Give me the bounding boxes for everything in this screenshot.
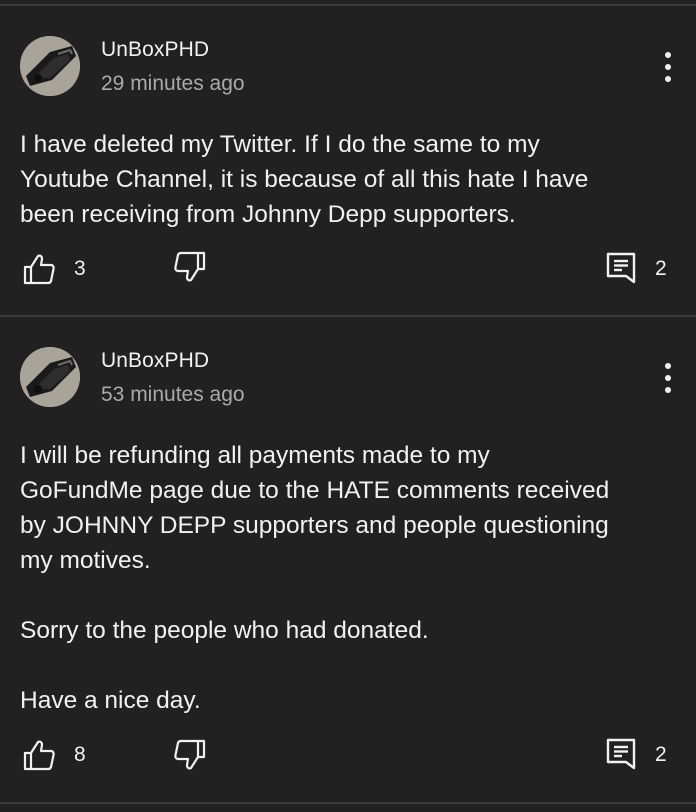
avatar-image [20,347,80,407]
reply-count[interactable]: 2 [655,743,667,767]
avatar-image [20,36,80,96]
comment-timestamp: 53 minutes ago [101,383,245,406]
like-count: 3 [74,257,86,280]
thumbs-down-icon[interactable] [173,738,207,772]
comment-text: I have deleted my Twitter. If I do the s… [20,131,589,228]
comment-author[interactable]: UnBoxPHD [101,349,209,373]
top-divider [0,4,696,6]
user-avatar[interactable] [20,36,80,96]
reply-comment-icon[interactable] [606,738,636,772]
thumbs-up-icon[interactable] [22,252,56,286]
user-avatar[interactable] [20,347,80,407]
comment-text: I will be refunding all payments made to… [20,442,610,714]
comments-page: UnBoxPHD 29 minutes ago I have deleted m… [0,0,696,812]
thumbs-up-icon[interactable] [22,738,56,772]
comment-divider [0,315,696,317]
more-vertical-icon[interactable] [660,50,676,84]
thumbs-down-icon[interactable] [173,250,207,284]
bottom-divider [0,802,696,804]
reply-comment-icon[interactable] [606,252,636,286]
more-vertical-icon[interactable] [660,361,676,395]
reply-count[interactable]: 2 [655,257,667,281]
like-count: 8 [74,743,86,766]
comment-author[interactable]: UnBoxPHD [101,38,209,62]
comment-timestamp: 29 minutes ago [101,72,245,95]
